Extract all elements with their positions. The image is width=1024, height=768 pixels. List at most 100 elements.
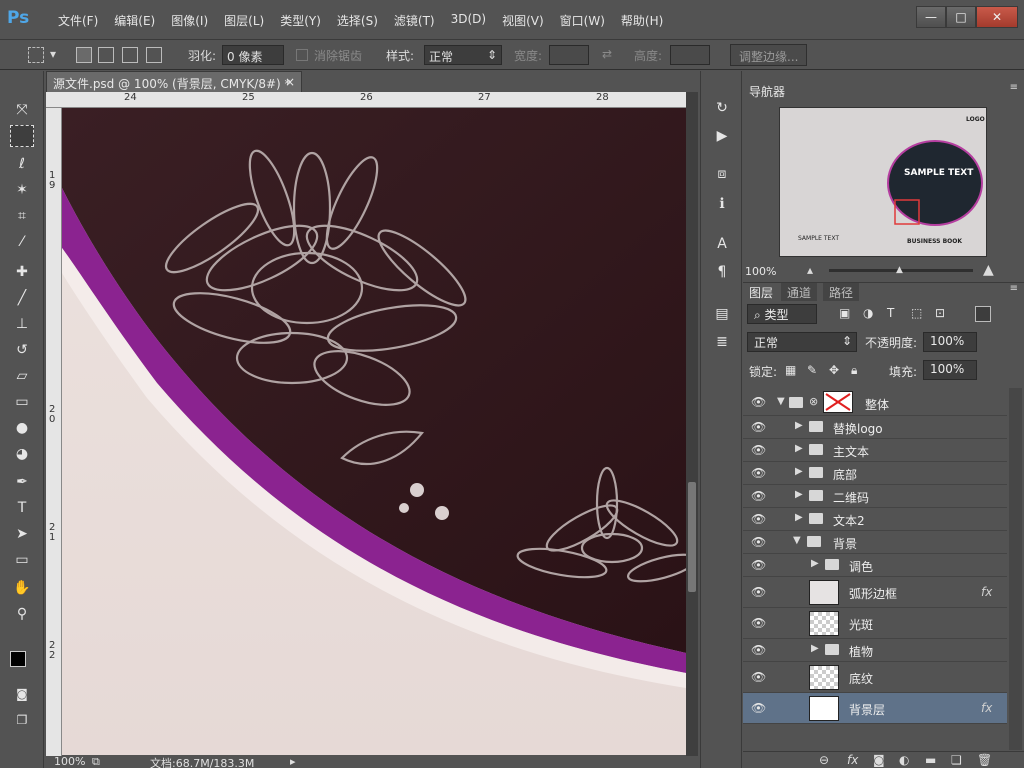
swap-icon[interactable]: ⇄ <box>602 47 612 61</box>
menu-type[interactable]: 类型(Y) <box>272 12 329 29</box>
navigator-thumbnail[interactable]: LOGO SAMPLE TEXT SAMPLE TEXT BUSINESS BO… <box>779 107 987 257</box>
preset-dropdown-icon[interactable]: ▾ <box>50 47 56 61</box>
path-select-tool-icon[interactable]: ➤ <box>10 523 34 545</box>
new-group-icon[interactable]: ▬ <box>925 753 936 767</box>
filter-adjust-icon[interactable]: ◑ <box>863 306 873 320</box>
zoom-tool-icon[interactable]: ⚲ <box>10 603 34 625</box>
rectangle-tool-icon[interactable]: ▭ <box>10 549 34 571</box>
stamp-tool-icon[interactable]: ⊥ <box>10 313 34 335</box>
zoom-slider-thumb[interactable]: ▲ <box>896 265 903 275</box>
brush-tool-icon[interactable]: ╱ <box>10 287 34 309</box>
canvas-vertical-scrollbar[interactable] <box>686 92 698 756</box>
tab-paths[interactable]: 路径 <box>823 283 860 301</box>
menu-select[interactable]: 选择(S) <box>329 12 386 29</box>
antialias-checkbox[interactable] <box>296 49 308 61</box>
zoom-out-icon[interactable]: ▴ <box>807 263 813 277</box>
expand-arrow-icon[interactable]: ▶ <box>811 558 819 569</box>
new-layer-icon[interactable]: ❏ <box>951 753 962 767</box>
expand-arrow-icon[interactable]: ▶ <box>811 643 819 654</box>
opacity-input[interactable]: 100% <box>923 332 977 352</box>
screen-mode-icon[interactable]: ❐ <box>10 709 34 731</box>
new-adjustment-icon[interactable]: ◐ <box>899 753 909 767</box>
eye-icon[interactable]: 👁︎ <box>751 395 766 409</box>
fill-input[interactable]: 100% <box>923 360 977 380</box>
layer-row[interactable]: 👁︎ 弧形边框 fx <box>743 577 1007 608</box>
document-canvas[interactable] <box>62 108 686 755</box>
tab-navigator[interactable]: 导航器 <box>743 82 792 100</box>
menu-help[interactable]: 帮助(H) <box>613 12 671 29</box>
status-menu-arrow-icon[interactable]: ▸ <box>290 755 296 768</box>
gradient-tool-icon[interactable]: ▭ <box>10 391 34 413</box>
tab-layers[interactable]: 图层 <box>743 283 780 301</box>
crop-tool-icon[interactable]: ⌗ <box>10 205 34 227</box>
layer-thumbnail[interactable] <box>809 696 839 721</box>
expand-arrow-icon[interactable]: ▼ <box>777 396 785 407</box>
close-button[interactable]: ✕ <box>976 6 1018 28</box>
panel-menu-icon[interactable]: ≡ <box>1010 283 1018 294</box>
menu-3d[interactable]: 3D(D) <box>443 12 494 29</box>
eye-icon[interactable]: 👁︎ <box>751 558 766 572</box>
filter-toggle[interactable] <box>975 306 991 322</box>
hand-tool-icon[interactable]: ✋ <box>10 577 34 599</box>
restore-button[interactable]: □ <box>946 6 976 28</box>
menu-file[interactable]: 文件(F) <box>50 12 106 29</box>
mask-thumbnail[interactable] <box>823 391 853 413</box>
eye-icon[interactable]: 👁︎ <box>751 535 766 549</box>
lock-all-icon[interactable]: 🔒︎ <box>851 363 857 378</box>
fx-icon[interactable]: fx <box>981 701 992 715</box>
layer-row[interactable]: 👁︎ ▶ 底部 <box>743 462 1007 485</box>
new-selection-icon[interactable] <box>76 47 92 63</box>
filter-pixel-icon[interactable]: ▣ <box>839 306 850 320</box>
character-panel-icon[interactable]: A <box>713 235 731 253</box>
menu-layer[interactable]: 图层(L) <box>216 12 272 29</box>
status-zoom[interactable]: 100% <box>54 755 85 768</box>
layer-row[interactable]: 👁︎ ▶ 主文本 <box>743 439 1007 462</box>
layer-row[interactable]: 👁︎ 底纹 <box>743 662 1007 693</box>
expand-arrow-icon[interactable]: ▶ <box>795 512 803 523</box>
layer-row[interactable]: 👁︎ ▶ 二维码 <box>743 485 1007 508</box>
add-mask-icon[interactable]: ◙ <box>873 753 885 767</box>
eye-icon[interactable]: 👁︎ <box>751 489 766 503</box>
expand-arrow-icon[interactable]: ▶ <box>795 489 803 500</box>
blur-tool-icon[interactable]: ● <box>10 417 34 439</box>
layer-row[interactable]: 👁︎ ▶ 调色 <box>743 554 1007 577</box>
eye-icon[interactable]: 👁︎ <box>751 643 766 657</box>
refine-edge-button[interactable]: 调整边缘... <box>730 44 808 66</box>
properties-panel-icon[interactable]: ▤ <box>713 305 731 323</box>
add-selection-icon[interactable] <box>98 47 114 63</box>
eye-icon[interactable]: 👁︎ <box>751 420 766 434</box>
dodge-tool-icon[interactable]: ◕ <box>10 443 34 465</box>
layers-scrollbar[interactable] <box>1009 388 1022 750</box>
minimize-button[interactable]: — <box>916 6 946 28</box>
lock-transparent-icon[interactable]: ▦ <box>785 363 796 377</box>
layer-thumbnail[interactable] <box>809 665 839 690</box>
layer-row-selected[interactable]: 👁︎ 背景层 fx <box>743 693 1007 724</box>
subtract-selection-icon[interactable] <box>122 47 138 63</box>
menu-window[interactable]: 窗口(W) <box>552 12 613 29</box>
tab-channels[interactable]: 通道 <box>781 283 818 301</box>
layer-row[interactable]: 👁︎ ▶ 替换logo <box>743 416 1007 439</box>
menu-edit[interactable]: 编辑(E) <box>106 12 163 29</box>
menu-view[interactable]: 视图(V) <box>494 12 552 29</box>
lasso-tool-icon[interactable]: ℓ <box>10 153 34 175</box>
navigator-zoom-value[interactable]: 100% <box>745 265 776 278</box>
history-panel-icon[interactable]: ↻ <box>713 99 731 117</box>
eye-icon[interactable]: 👁︎ <box>751 670 766 684</box>
layer-row[interactable]: 👁︎ ▼ ⊗ 整体 <box>743 389 1007 416</box>
filter-smart-icon[interactable]: ⊡ <box>935 306 945 320</box>
eyedropper-tool-icon[interactable]: ⁄ <box>10 231 34 253</box>
feather-input[interactable]: 0 像素 <box>222 45 284 65</box>
eye-icon[interactable]: 👁︎ <box>751 701 766 715</box>
eye-icon[interactable]: 👁︎ <box>751 585 766 599</box>
document-tab[interactable]: 源文件.psd @ 100% (背景层, CMYK/8#) * × <box>46 71 302 93</box>
layer-row[interactable]: 👁︎ ▶ 植物 <box>743 639 1007 662</box>
expand-arrow-icon[interactable]: ▶ <box>795 466 803 477</box>
link-layers-icon[interactable]: ⊖ <box>819 753 829 767</box>
eye-icon[interactable]: 👁︎ <box>751 512 766 526</box>
info-panel-icon[interactable]: ℹ <box>713 195 731 213</box>
move-tool-icon[interactable]: ⤧ <box>10 99 34 121</box>
expand-arrow-icon[interactable]: ▼ <box>793 535 801 546</box>
add-style-icon[interactable]: fx <box>847 753 858 767</box>
marquee-tool-preset-icon[interactable] <box>28 47 44 63</box>
quick-mask-icon[interactable]: ◙ <box>10 683 34 705</box>
